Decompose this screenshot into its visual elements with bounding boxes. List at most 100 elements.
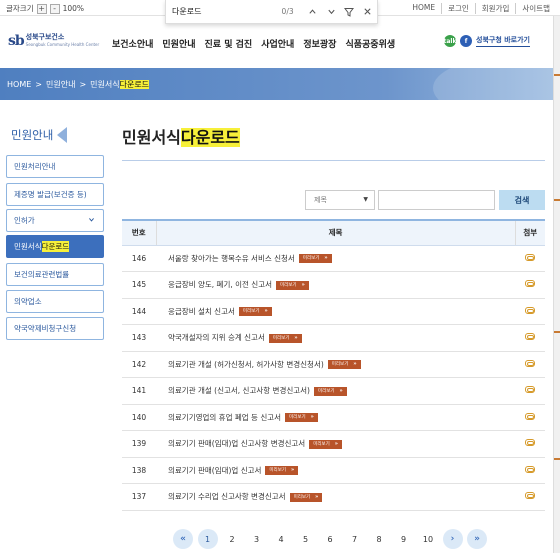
row-title-link[interactable]: 의료기기 판매(임대)업 신고사항 변경신고서 (168, 439, 305, 448)
chevron-up-icon[interactable] (304, 2, 322, 21)
chevron-down-icon[interactable] (322, 2, 340, 21)
find-input[interactable]: 다운로드 (172, 6, 265, 17)
attachment-icon[interactable] (525, 465, 535, 473)
row-title-link[interactable]: 서울랑 찾아가는 행복수유 서비스 신청서 (168, 254, 295, 263)
sidebar-item-certificate[interactable]: 제증명 발급(보건증 등) (6, 183, 104, 206)
login-link[interactable]: 로그인 (441, 3, 475, 14)
page-button-7[interactable]: 7 (345, 529, 365, 549)
facebook-icon[interactable]: f (460, 35, 472, 47)
page-button-9[interactable]: 9 (394, 529, 414, 549)
attachment-icon[interactable] (525, 359, 535, 367)
preview-button[interactable]: 미리보기» (298, 254, 332, 264)
sidebar-item-forms-download[interactable]: 민원서식 다운로드 (6, 235, 104, 258)
page-button-10[interactable]: 10 (418, 529, 438, 549)
nav-item-civil[interactable]: 민원안내 (162, 37, 195, 50)
attachment-icon[interactable] (525, 412, 535, 420)
attachment-icon[interactable] (525, 333, 535, 341)
font-increase-button[interactable]: + (36, 3, 47, 14)
search-button[interactable]: 검색 (499, 190, 545, 210)
find-match-count: 0/3 (281, 7, 294, 16)
nav-item-business[interactable]: 사업안내 (261, 37, 294, 50)
page-button-1[interactable]: 1 (197, 529, 218, 549)
preview-button[interactable]: 미리보기» (265, 466, 299, 476)
signup-link[interactable]: 회원가입 (474, 3, 516, 14)
row-number: 141 (122, 377, 156, 405)
sidebar-item-pharmacy[interactable]: 의약업소 (6, 290, 104, 313)
next-page-button[interactable]: › (442, 529, 463, 549)
nav-item-clinic[interactable]: 진료 및 검진 (205, 37, 253, 50)
row-title-link[interactable]: 의료기기영업의 휴업 폐업 등 신고서 (168, 413, 281, 422)
home-link[interactable]: HOME (406, 3, 441, 14)
preview-button[interactable]: 미리보기» (238, 307, 272, 317)
attachment-icon[interactable] (525, 306, 535, 314)
page-button-4[interactable]: 4 (271, 529, 291, 549)
table-row: 139 의료기기 판매(임대)업 신고사항 변경신고서 미리보기» (122, 430, 545, 458)
attachment-icon[interactable] (525, 386, 535, 394)
attachment-icon[interactable] (525, 280, 535, 288)
breadcrumb-banner: HOME > 민원안내 > 민원서식다운로드 (0, 68, 553, 100)
sidebar-item-permit[interactable]: 인허가 (6, 209, 104, 232)
sidebar-item-process[interactable]: 민원처리안내 (6, 155, 104, 178)
preview-button[interactable]: 미리보기» (268, 333, 302, 343)
row-title-link[interactable]: 의료기관 개설 (신고서, 신고사항 변경신고서) (168, 386, 310, 395)
sidebar-item-law[interactable]: 보건의료관련법률 (6, 263, 104, 286)
sitemap-link[interactable]: 사이트맵 (515, 3, 556, 14)
nav-item-about[interactable]: 보건소안내 (112, 37, 153, 50)
attachment-cell (515, 483, 545, 511)
row-title-link[interactable]: 의료기관 개설 (허가신청서, 허가사항 변경신청서) (168, 360, 324, 369)
close-icon[interactable] (359, 2, 377, 21)
sidebar-item-claim[interactable]: 약국약제비청구신청 (6, 317, 104, 340)
row-title-link[interactable]: 약국개설자의 지위 승계 신고서 (168, 333, 265, 342)
row-number: 142 (122, 351, 156, 378)
row-title-cell: 의료기기영업의 휴업 폐업 등 신고서 미리보기» (156, 404, 515, 431)
preview-button[interactable]: 미리보기» (285, 413, 318, 423)
font-size-control: 글자크기 + - 100% (6, 3, 84, 14)
page-button-8[interactable]: 8 (369, 529, 389, 549)
last-page-button[interactable]: » (467, 529, 487, 549)
attachment-cell (515, 351, 545, 378)
breadcrumb-home[interactable]: HOME (7, 80, 31, 89)
font-decrease-button[interactable]: - (49, 3, 60, 14)
search-field-select[interactable]: 제목 ▼ (305, 190, 375, 210)
attachment-cell (515, 271, 545, 299)
table-row: 137 의료기기 수리업 신고사항 변경신고서 미리보기» (122, 483, 545, 511)
preview-button[interactable]: 미리보기» (327, 360, 361, 370)
speaker-icon (57, 127, 68, 143)
filter-icon[interactable] (340, 2, 358, 21)
column-header-title: 제목 (155, 219, 515, 246)
table-row: 143 약국개설자의 지위 승계 신고서 미리보기» (122, 324, 545, 352)
row-number: 138 (122, 457, 156, 484)
breadcrumb-level2[interactable]: 민원서식다운로드 (90, 79, 150, 90)
find-bar: 다운로드 0/3 (165, 0, 378, 24)
row-title-link[interactable]: 응급장비 설치 신고서 (168, 307, 235, 316)
preview-button[interactable]: 미리보기» (289, 492, 323, 502)
scrollbar[interactable] (553, 16, 560, 553)
nav-item-food[interactable]: 식품공중위생 (345, 37, 395, 50)
zoom-level: 100% (62, 4, 85, 13)
chevron-down-icon (88, 216, 95, 225)
kakao-icon[interactable]: talk (444, 35, 456, 47)
breadcrumb-level1[interactable]: 민원안내 (46, 79, 75, 90)
district-office-link[interactable]: 성북구청 바로가기 (476, 35, 530, 47)
row-title-link[interactable]: 의료기기 판매(임대)업 신고서 (168, 466, 261, 475)
page-button-3[interactable]: 3 (247, 529, 267, 549)
page-button-2[interactable]: 2 (222, 529, 242, 549)
nav-item-info[interactable]: 정보광장 (303, 37, 336, 50)
preview-button[interactable]: 미리보기» (276, 280, 309, 290)
row-title-cell: 의료기기 수리업 신고사항 변경신고서 미리보기» (156, 483, 515, 511)
site-logo[interactable]: sb 성북구보건소 Seongbuk Community Health Cent… (8, 33, 99, 49)
title-divider (122, 160, 545, 161)
row-title-link[interactable]: 응급장비 양도, 폐기, 이전 신고서 (168, 280, 272, 289)
attachment-icon[interactable] (525, 492, 535, 500)
attachment-icon[interactable] (525, 439, 535, 447)
row-title-link[interactable]: 의료기기 수리업 신고사항 변경신고서 (168, 492, 286, 501)
page-button-5[interactable]: 5 (296, 529, 316, 549)
first-page-button[interactable]: « (173, 529, 193, 549)
preview-button[interactable]: 미리보기» (309, 439, 342, 449)
attachment-icon[interactable] (525, 253, 535, 261)
table-row: 146 서울랑 찾아가는 행복수유 서비스 신청서 미리보기» (122, 245, 545, 272)
row-title-cell: 응급장비 설치 신고서 미리보기» (156, 298, 515, 325)
page-button-6[interactable]: 6 (320, 529, 340, 549)
preview-button[interactable]: 미리보기» (313, 386, 347, 396)
search-input[interactable] (378, 190, 495, 210)
